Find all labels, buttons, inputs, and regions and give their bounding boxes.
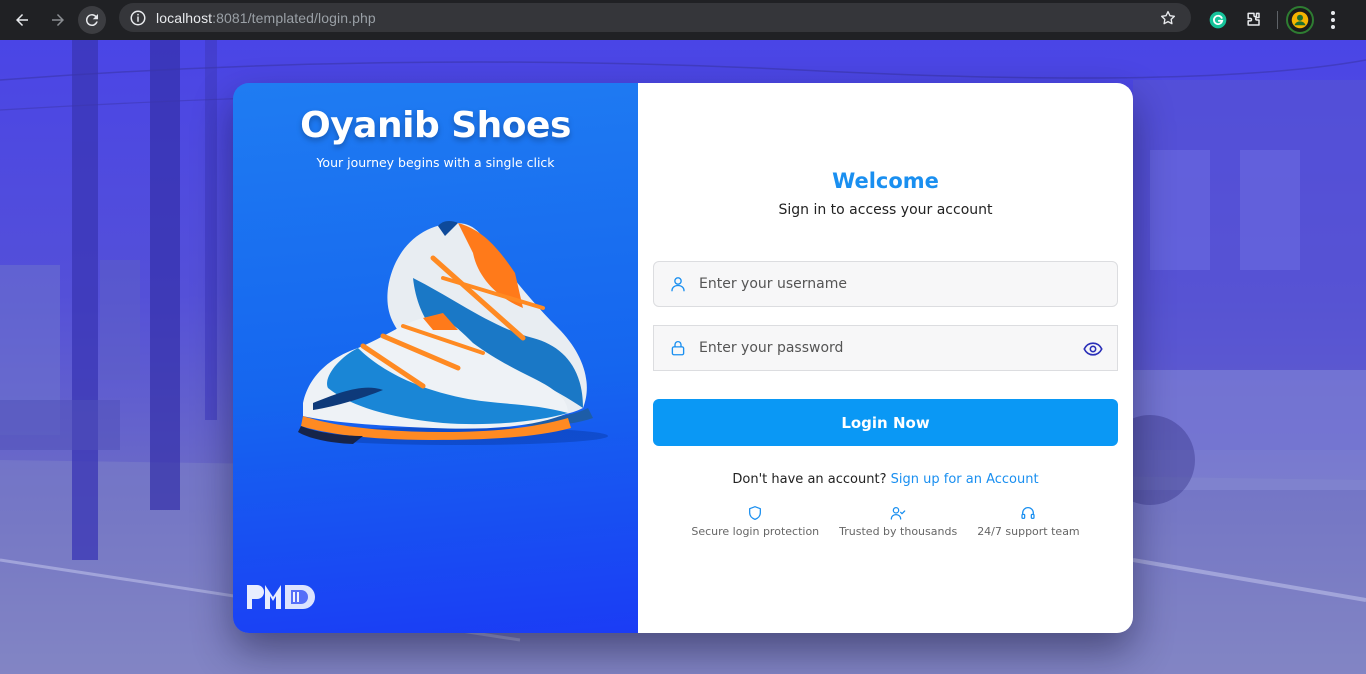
url-host: localhost xyxy=(156,9,213,26)
password-input[interactable] xyxy=(699,340,1059,356)
feature-secure: Secure login protection xyxy=(691,505,819,538)
lock-icon xyxy=(671,341,685,356)
grammarly-extension-button[interactable] xyxy=(1205,7,1231,33)
page-background: Oyanib Shoes Your journey begins with a … xyxy=(0,40,1366,674)
pmd-logo xyxy=(247,585,315,609)
user-check-icon xyxy=(890,507,906,520)
feature-label: 24/7 support team xyxy=(977,525,1080,538)
profile-button[interactable] xyxy=(1286,6,1314,34)
forward-button[interactable] xyxy=(44,6,72,34)
site-info-icon[interactable] xyxy=(129,9,147,27)
url-text[interactable]: localhost:8081/templated/login.php xyxy=(156,10,376,26)
welcome-heading: Welcome xyxy=(832,169,939,193)
shield-icon xyxy=(749,506,762,520)
reload-icon xyxy=(85,14,98,27)
back-button[interactable] xyxy=(8,6,36,34)
feature-list: Secure login protection Trusted by thous… xyxy=(638,505,1133,538)
profile-avatar-icon xyxy=(1291,11,1309,29)
welcome-subtitle: Sign in to access your account xyxy=(778,202,993,218)
feature-label: Trusted by thousands xyxy=(839,525,958,538)
grammarly-extension-icon xyxy=(1209,11,1227,29)
url-path: :8081/templated/login.php xyxy=(212,9,376,26)
username-input[interactable] xyxy=(699,276,1059,292)
login-button[interactable]: Login Now xyxy=(653,399,1118,446)
extensions-puzzle-icon xyxy=(1247,12,1260,26)
promo-panel: Oyanib Shoes Your journey begins with a … xyxy=(233,83,638,633)
extensions-area xyxy=(1205,6,1336,34)
user-icon xyxy=(671,277,685,292)
eye-icon[interactable] xyxy=(1083,341,1103,357)
brand-title: Oyanib Shoes xyxy=(300,105,571,146)
back-arrow-icon xyxy=(16,14,28,26)
headset-icon xyxy=(1021,507,1036,519)
signup-prompt: Don't have an account? xyxy=(732,472,887,487)
feature-support: 24/7 support team xyxy=(977,505,1080,538)
browser-toolbar: localhost:8081/templated/login.php xyxy=(0,0,1366,40)
login-form-panel: Welcome Sign in to access your account E… xyxy=(638,83,1133,633)
brand-tagline: Your journey begins with a single click xyxy=(316,155,555,170)
extensions-button[interactable] xyxy=(1241,7,1267,33)
feature-label: Secure login protection xyxy=(691,525,820,538)
bookmark-star-icon[interactable] xyxy=(1159,9,1177,27)
sneakers-image xyxy=(298,221,608,445)
login-card: Oyanib Shoes Your journey begins with a … xyxy=(233,83,1133,633)
signup-row: Don't have an account? Sign up for an Ac… xyxy=(638,472,1133,487)
signup-link[interactable]: Sign up for an Account xyxy=(891,472,1039,487)
reload-button[interactable] xyxy=(78,6,106,34)
username-field[interactable] xyxy=(653,261,1118,307)
forward-arrow-icon xyxy=(52,14,64,26)
feature-trusted: Trusted by thousands xyxy=(839,505,957,538)
toolbar-divider xyxy=(1277,11,1278,29)
password-field[interactable] xyxy=(653,325,1118,371)
address-bar[interactable]: localhost:8081/templated/login.php xyxy=(119,3,1191,32)
chrome-menu-icon[interactable] xyxy=(1330,11,1336,29)
